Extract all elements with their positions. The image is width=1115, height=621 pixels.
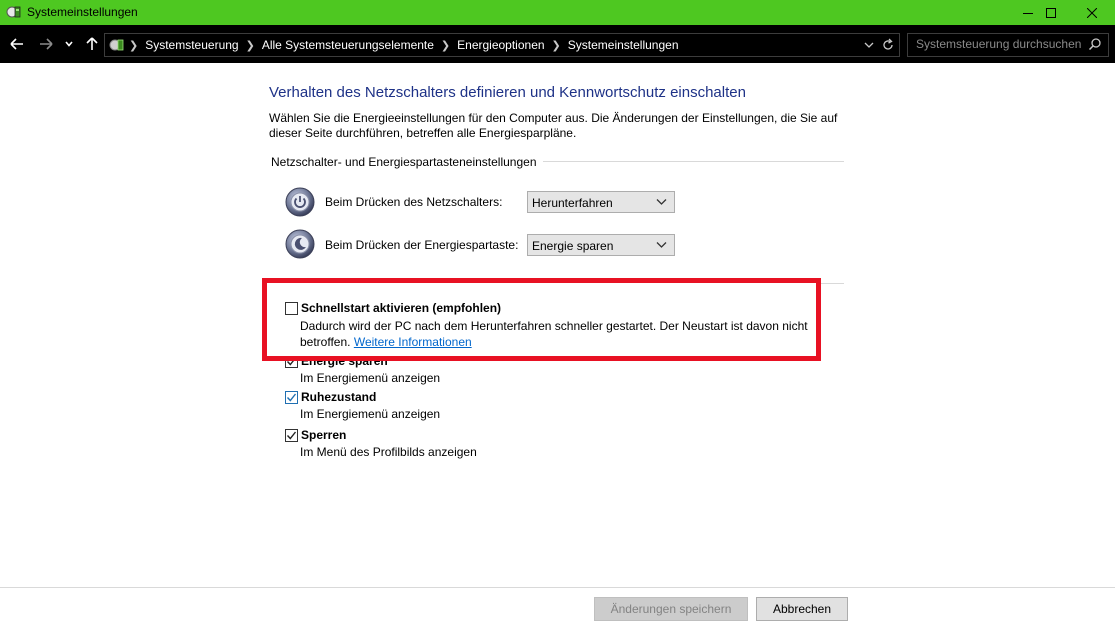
app-icon	[6, 4, 22, 20]
window-title: Systemeinstellungen	[27, 5, 138, 19]
search-input[interactable]	[908, 34, 1086, 54]
breadcrumb: ❯ Systemsteuerung ❯ Alle Systemsteuerung…	[129, 38, 679, 52]
back-button[interactable]	[7, 34, 27, 54]
control-panel-icon	[109, 37, 125, 53]
power-button-icon	[285, 187, 315, 217]
recent-locations-button[interactable]	[61, 34, 77, 54]
option-description: Im Energiemenü anzeigen	[300, 407, 441, 421]
sleep-button-action-select[interactable]: Energie sparen	[527, 234, 675, 256]
checkbox-ruhezustand[interactable]	[285, 391, 298, 404]
chevron-down-icon	[656, 199, 667, 205]
forward-button[interactable]	[36, 34, 56, 54]
option-description: Im Menü des Profilbilds anzeigen	[300, 445, 477, 459]
sleep-button-icon	[285, 229, 315, 259]
footer-divider	[0, 587, 1115, 588]
page-description: Wählen Sie die Energieeinstellungen für …	[269, 111, 838, 140]
page-title: Verhalten des Netzschalters definieren u…	[269, 84, 746, 101]
recent-dropdown-icon	[65, 41, 73, 47]
checkmark-icon	[286, 393, 297, 402]
refresh-button[interactable]	[881, 37, 895, 53]
chevron-down-icon	[656, 242, 667, 248]
refresh-icon	[883, 38, 893, 50]
forward-arrow-icon	[40, 38, 53, 50]
search-icon[interactable]	[1088, 37, 1102, 51]
maximize-icon	[1046, 7, 1056, 18]
power-button-action-select[interactable]: Herunterfahren	[527, 191, 675, 213]
sleep-button-action-value: Energie sparen	[532, 239, 614, 253]
address-dropdown-button[interactable]	[863, 38, 875, 52]
breadcrumb-item-systemsteuerung[interactable]: Systemsteuerung	[145, 38, 238, 52]
checkbox-sperren[interactable]	[285, 429, 298, 442]
cancel-button[interactable]: Abbrechen	[756, 597, 848, 621]
red-highlight-box	[262, 278, 821, 361]
power-button-action-value: Herunterfahren	[532, 196, 613, 210]
address-bar: ❯ Systemsteuerung ❯ Alle Systemsteuerung…	[0, 25, 1115, 63]
option-title[interactable]: Sperren	[301, 428, 346, 442]
sleep-button-label: Beim Drücken der Energiespartaste:	[325, 238, 519, 252]
group-heading-buttons: Netzschalter- und Energiespartasteneinst…	[271, 155, 543, 169]
option-title[interactable]: Ruhezustand	[301, 390, 376, 404]
up-arrow-icon	[86, 37, 98, 50]
address-field[interactable]: ❯ Systemsteuerung ❯ Alle Systemsteuerung…	[104, 33, 900, 57]
power-button-label: Beim Drücken des Netzschalters:	[325, 195, 503, 209]
close-button[interactable]	[1069, 0, 1115, 25]
chevron-down-icon	[864, 42, 874, 48]
option-description: Im Energiemenü anzeigen	[300, 371, 441, 385]
breadcrumb-item-alle-elemente[interactable]: Alle Systemsteuerungselemente	[262, 38, 434, 52]
search-box[interactable]	[907, 33, 1109, 57]
save-changes-button[interactable]: Änderungen speichern	[594, 597, 748, 621]
close-icon	[1087, 7, 1097, 18]
checkmark-icon	[286, 431, 297, 440]
breadcrumb-item-energieoptionen[interactable]: Energieoptionen	[457, 38, 544, 52]
back-arrow-icon	[10, 38, 23, 50]
maximize-button[interactable]	[1028, 0, 1074, 25]
breadcrumb-item-systemeinstellungen[interactable]: Systemeinstellungen	[568, 38, 679, 52]
title-bar: Systemeinstellungen	[0, 0, 1115, 25]
up-button[interactable]	[82, 34, 102, 54]
